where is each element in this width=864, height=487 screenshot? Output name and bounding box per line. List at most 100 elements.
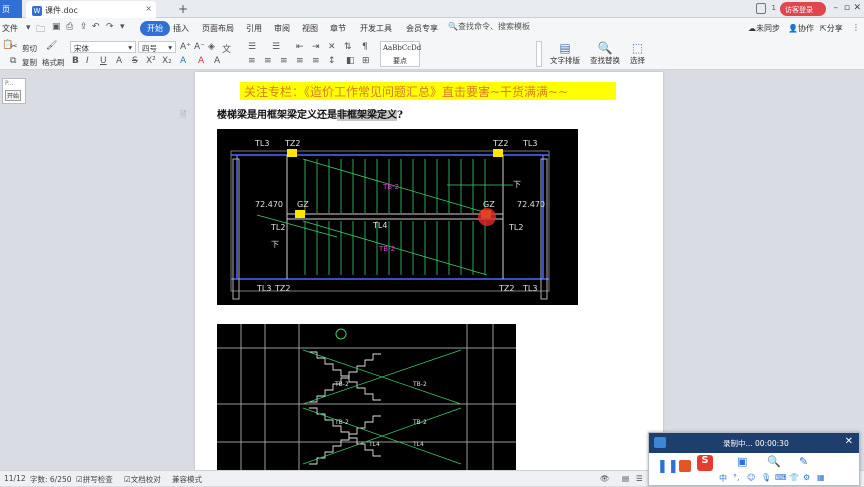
format-painter-button[interactable]: 格式刷 bbox=[42, 57, 65, 68]
share-button[interactable]: ⇱分享 bbox=[820, 23, 843, 34]
align-center-icon[interactable]: ≡ bbox=[264, 56, 272, 66]
proofread-button[interactable]: ☑文档校对 bbox=[124, 474, 161, 485]
more-dropdown-icon[interactable]: ▾ bbox=[120, 22, 125, 32]
find-replace-button[interactable]: 🔍 查找替换 bbox=[590, 41, 620, 66]
italic-icon[interactable]: I bbox=[86, 56, 89, 66]
keyboard-icon[interactable]: ⌨ bbox=[775, 473, 787, 482]
menu-home[interactable]: 开始 bbox=[140, 21, 170, 36]
text-layout-button[interactable]: ▤ 文字排版 bbox=[550, 41, 580, 66]
char-shading-icon[interactable]: A bbox=[214, 56, 220, 66]
maximize-icon[interactable]: ▫ bbox=[844, 3, 850, 13]
ime-mode[interactable]: 中 bbox=[719, 473, 727, 484]
grid-icon[interactable]: ▦ bbox=[817, 473, 825, 482]
copy-button[interactable]: 复制 bbox=[22, 57, 37, 68]
microphone-icon[interactable]: 🎙 bbox=[761, 473, 771, 482]
indent-icon[interactable]: ⇥ bbox=[312, 42, 320, 52]
style-gallery-item[interactable]: AaBbCcDd 要点 bbox=[380, 41, 421, 67]
menu-developer[interactable]: 开发工具 bbox=[360, 23, 392, 34]
screenshot-icon[interactable]: ▣ bbox=[737, 455, 747, 468]
command-search[interactable]: 🔍查找命令、搜索模板 bbox=[448, 21, 538, 35]
menu-file[interactable]: 文件 bbox=[2, 23, 18, 34]
save-icon[interactable]: ▣ bbox=[52, 22, 61, 32]
minimize-icon[interactable]: – bbox=[834, 3, 839, 13]
shrink-font-icon[interactable]: A⁻ bbox=[194, 42, 205, 52]
home-tab[interactable]: 页 bbox=[0, 0, 22, 18]
spell-check-button[interactable]: ☑拼写检查 bbox=[76, 474, 113, 485]
toolbox-icon[interactable]: ⚙ bbox=[803, 473, 810, 482]
close-icon[interactable]: ✕ bbox=[845, 436, 853, 447]
bold-icon[interactable]: B bbox=[72, 56, 79, 66]
shading-icon[interactable]: ◧ bbox=[346, 56, 355, 66]
page-indicator[interactable]: 11/12 bbox=[4, 474, 26, 483]
format-painter-icon[interactable]: 🖌 bbox=[46, 41, 57, 51]
close-window-icon[interactable]: ✕ bbox=[853, 3, 861, 13]
line-spacing-icon[interactable]: ↕ bbox=[328, 56, 336, 66]
style-gallery-scroll[interactable] bbox=[536, 41, 542, 67]
font-name-select[interactable]: 宋体 ▾ bbox=[70, 41, 136, 53]
undo-icon[interactable]: ↶ bbox=[92, 22, 100, 32]
phonetic-icon[interactable]: 文 bbox=[222, 42, 231, 55]
grow-font-icon[interactable]: A⁺ bbox=[180, 42, 191, 52]
sogou-ime-icon[interactable]: S bbox=[697, 455, 713, 471]
menu-insert[interactable]: 插入 bbox=[173, 23, 189, 34]
document-page[interactable]: 关注专栏：《造价工作常见问题汇总》直击要害~干货满满~~ 楼梯梁是用框架梁定义还… bbox=[195, 72, 663, 470]
punctuation-icon[interactable]: °, bbox=[733, 473, 740, 482]
strikethrough-icon[interactable]: S bbox=[132, 56, 138, 66]
close-tab-icon[interactable]: × bbox=[145, 4, 152, 13]
subscript-icon[interactable]: X₂ bbox=[162, 56, 172, 66]
dropdown-icon[interactable]: ▾ bbox=[26, 23, 31, 33]
font-color-icon[interactable]: A bbox=[198, 56, 204, 66]
check-icon: ☑ bbox=[76, 475, 83, 484]
folder-icon[interactable]: 🗀 bbox=[36, 22, 45, 38]
sort-icon[interactable]: ⇅ bbox=[344, 42, 352, 52]
print-icon[interactable]: ⎙ bbox=[66, 22, 73, 32]
cut-button[interactable]: 剪切 bbox=[22, 43, 37, 54]
pause-button[interactable]: ❚❚ bbox=[657, 459, 679, 474]
chinese-layout-icon[interactable]: ✕ bbox=[328, 42, 336, 52]
distribute-icon[interactable]: ≡ bbox=[312, 56, 320, 66]
menu-review[interactable]: 审阅 bbox=[274, 23, 290, 34]
document-map-icon[interactable]: 🗎 bbox=[180, 109, 186, 123]
eye-icon[interactable]: 👁 bbox=[600, 474, 610, 483]
redo-icon[interactable]: ↷ bbox=[106, 22, 114, 32]
export-icon[interactable]: ⇪ bbox=[80, 22, 88, 32]
page-view-icon[interactable]: ▤ bbox=[622, 474, 629, 483]
show-marks-icon[interactable]: ¶ bbox=[362, 42, 368, 52]
superscript-icon[interactable]: X² bbox=[146, 56, 156, 66]
sync-status[interactable]: ☁未同步 bbox=[748, 23, 780, 34]
skin-icon[interactable]: 👕 bbox=[789, 473, 799, 482]
border-icon[interactable]: ⊞ bbox=[362, 56, 370, 66]
zoom-icon[interactable]: 🔍 bbox=[767, 455, 781, 468]
document-tab[interactable]: W 课件.doc × bbox=[26, 1, 156, 18]
new-tab-button[interactable]: + bbox=[178, 2, 188, 16]
word-count[interactable]: 字数: 6/250 bbox=[30, 474, 72, 485]
mini-toolbar[interactable]: P... 开始 bbox=[2, 78, 26, 104]
underline-icon[interactable]: U bbox=[100, 56, 107, 66]
menu-references[interactable]: 引用 bbox=[246, 23, 262, 34]
clear-format-icon[interactable]: ◈ bbox=[208, 42, 215, 52]
menu-member[interactable]: 会员专享 bbox=[406, 23, 438, 34]
font-size-select[interactable]: 四号 ▾ bbox=[138, 41, 176, 53]
select-button[interactable]: ⬚ 选择 bbox=[630, 41, 645, 66]
collaborate-button[interactable]: 👤协作 bbox=[788, 23, 814, 34]
highlight-icon[interactable]: A bbox=[180, 56, 186, 66]
outline-view-icon[interactable]: ☰ bbox=[636, 474, 643, 483]
visitor-login-button[interactable]: 访客登录 bbox=[780, 2, 826, 16]
emoji-icon[interactable]: ☺ bbox=[747, 473, 755, 482]
font-effect-icon[interactable]: A bbox=[116, 56, 122, 66]
cut-icon[interactable]: ✂ bbox=[10, 42, 18, 52]
window-layout-icon[interactable] bbox=[756, 3, 766, 14]
menu-chapter[interactable]: 章节 bbox=[330, 23, 346, 34]
justify-icon[interactable]: ≡ bbox=[296, 56, 304, 66]
menu-view[interactable]: 视图 bbox=[302, 23, 318, 34]
align-left-icon[interactable]: ≡ bbox=[248, 56, 256, 66]
more-menu-icon[interactable]: ⋮ bbox=[852, 23, 860, 32]
bullet-list-icon[interactable]: ☰ bbox=[248, 42, 256, 52]
number-list-icon[interactable]: ☰ bbox=[272, 42, 280, 52]
pen-icon[interactable]: ✎ bbox=[799, 455, 808, 468]
align-right-icon[interactable]: ≡ bbox=[280, 56, 288, 66]
menu-page-layout[interactable]: 页面布局 bbox=[202, 23, 234, 34]
copy-icon[interactable]: ⧉ bbox=[10, 56, 16, 66]
outdent-icon[interactable]: ⇤ bbox=[296, 42, 304, 52]
stop-button[interactable] bbox=[679, 460, 691, 472]
